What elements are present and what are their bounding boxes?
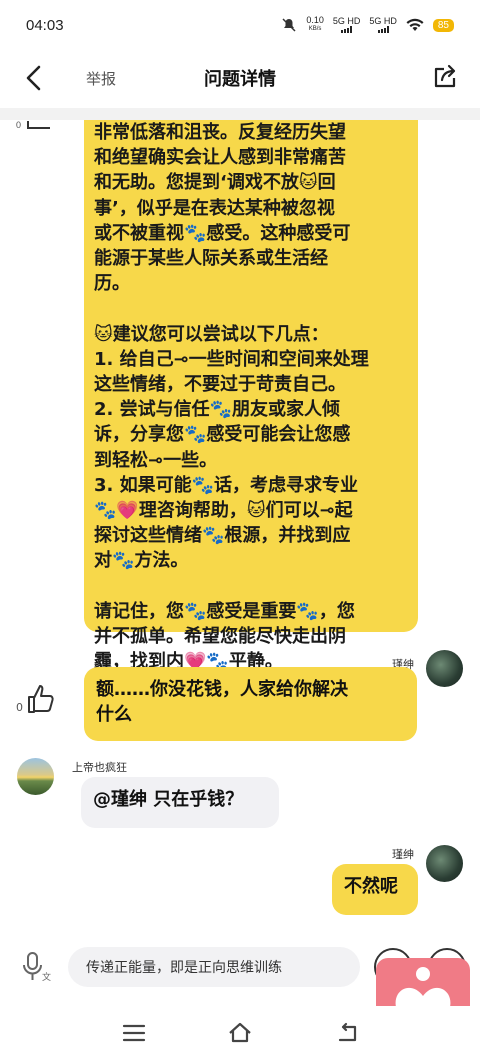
thumb-up-icon[interactable]: 0: [10, 120, 50, 132]
message-bubble: 不然呢: [332, 864, 418, 915]
sim2-label: 5G HD: [369, 16, 397, 26]
svg-text:0: 0: [16, 120, 21, 130]
mute-icon: [282, 18, 296, 32]
status-icons: 0.10 KB/s 5G HD 5G HD 85: [281, 16, 454, 34]
like-count: 0: [16, 701, 23, 714]
battery-indicator: 85: [432, 18, 454, 32]
net-speed-unit: KB/s: [308, 26, 322, 32]
signal-bars-icon: [377, 26, 389, 33]
message-bubble: 额……你没花钱，人家给你解决 什么: [84, 667, 417, 741]
back-nav-icon[interactable]: [334, 1020, 360, 1046]
message-bubble: @瑾绅 只在乎钱？: [81, 777, 279, 828]
header-divider: [0, 108, 480, 120]
username: 瑾绅: [392, 849, 414, 861]
clock: 04:03: [26, 16, 64, 34]
avatar[interactable]: [426, 845, 463, 882]
system-nav-bar: [0, 1006, 480, 1061]
wifi-icon: [406, 18, 424, 31]
conversation-scroll[interactable]: 0 非常低落和沮丧。反复经历失望 和绝望确实会让人感到非常痛苦 和无助。您提到‘…: [0, 120, 480, 928]
net-speed: 0.10 KB/s: [306, 16, 324, 34]
net-speed-value: 0.10: [306, 15, 324, 25]
sim2-signal: 5G HD: [369, 17, 397, 33]
like-control[interactable]: 0: [16, 684, 55, 714]
answer-bubble: 非常低落和沮丧。反复经历失望 和绝望确实会让人感到非常痛苦 和无助。您提到‘调戏…: [84, 120, 418, 672]
mic-icon[interactable]: 文: [18, 950, 52, 984]
thumb-up-icon[interactable]: [27, 684, 55, 714]
sim1-label: 5G HD: [332, 16, 361, 26]
avatar[interactable]: [17, 758, 54, 795]
svg-text:文: 文: [42, 971, 51, 983]
top-app-bar: 举报 问题详情: [0, 50, 480, 108]
comment-input[interactable]: 传递正能量，即是正向思维训练: [68, 947, 360, 987]
share-icon[interactable]: [432, 64, 458, 90]
page-title: 问题详情: [204, 69, 276, 90]
avatar[interactable]: [426, 650, 463, 687]
signal-bars-icon: [341, 26, 353, 33]
home-icon[interactable]: [227, 1020, 253, 1046]
status-bar: 04:03 0.10 KB/s 5G HD 5G HD 85: [0, 0, 480, 50]
username: 上帝也疯狂: [72, 762, 127, 774]
menu-icon[interactable]: [121, 1020, 147, 1046]
sim1-signal: 5G HD: [332, 16, 361, 33]
